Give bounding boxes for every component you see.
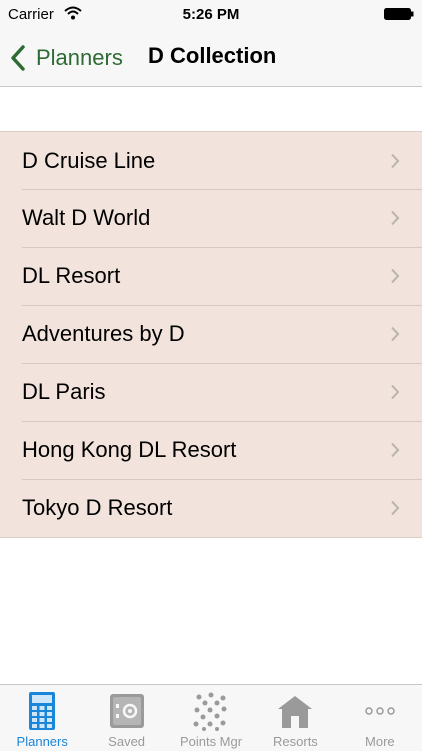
tab-label: Resorts xyxy=(273,734,318,749)
list-item-label: DL Paris xyxy=(22,379,106,404)
tab-more[interactable]: More xyxy=(338,685,422,751)
battery-icon xyxy=(384,8,414,20)
list-item[interactable]: DL Resort xyxy=(0,247,422,305)
tab-label: Saved xyxy=(108,734,146,749)
list-item-label: Tokyo D Resort xyxy=(22,495,173,520)
list-item-label: DL Resort xyxy=(22,263,121,288)
chevron-right-icon xyxy=(391,500,400,516)
chevron-left-icon xyxy=(11,45,25,71)
chevron-right-icon xyxy=(391,384,400,400)
tab-label: More xyxy=(365,734,395,749)
list-item[interactable]: DL Paris xyxy=(0,363,422,421)
tab-resorts[interactable]: Resorts xyxy=(253,685,337,751)
list-item-label: Hong Kong DL Resort xyxy=(22,437,237,462)
list-item-label: D Cruise Line xyxy=(22,147,156,173)
page-title: D Collection xyxy=(148,43,277,68)
chevron-right-icon xyxy=(391,153,400,169)
list-item[interactable]: Tokyo D Resort xyxy=(0,479,422,537)
chevron-right-icon xyxy=(391,268,400,284)
list-item[interactable]: Adventures by D xyxy=(0,305,422,363)
status-time: 5:26 PM xyxy=(182,6,240,23)
chevron-right-icon xyxy=(391,326,400,342)
tab-planners[interactable]: Planners xyxy=(0,685,84,751)
safe-icon xyxy=(109,694,144,728)
list-item[interactable]: Hong Kong DL Resort xyxy=(0,421,422,479)
tab-saved[interactable]: Saved xyxy=(84,685,168,751)
list-item-label: Walt D World xyxy=(22,205,151,230)
navigation-bar: Planners D Collection xyxy=(0,30,422,87)
tab-points-mgr[interactable]: Points Mgr xyxy=(169,685,253,751)
list-item[interactable]: Walt D World xyxy=(0,189,422,247)
more-icon xyxy=(365,707,395,715)
list-item-label: Adventures by D xyxy=(22,321,185,346)
calculator-icon xyxy=(29,692,56,730)
tab-label: Points Mgr xyxy=(179,734,243,749)
dots-icon xyxy=(193,692,227,731)
tab-bar: Planners Saved Points Mgr Resorts More xyxy=(0,684,422,751)
list-item[interactable]: D Cruise Line xyxy=(0,132,422,189)
chevron-right-icon xyxy=(391,442,400,458)
back-label: Planners xyxy=(36,45,123,70)
house-icon xyxy=(278,696,313,728)
status-bar: Carrier 5:26 PM xyxy=(0,0,422,30)
tab-label: Planners xyxy=(16,734,68,749)
back-button[interactable]: Planners xyxy=(10,40,123,76)
collection-list: D Cruise Line Walt D World DL Resort Adv… xyxy=(0,131,422,538)
chevron-right-icon xyxy=(391,210,400,226)
